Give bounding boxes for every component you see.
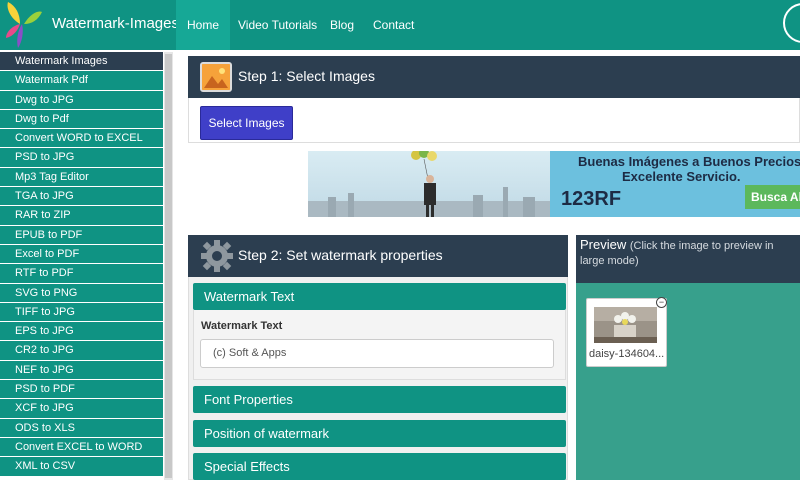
step1-header: Step 1: Select Images bbox=[188, 56, 800, 98]
thumbnail-image[interactable] bbox=[594, 307, 657, 343]
ad-logo: 123RF bbox=[561, 188, 622, 210]
accordion-watermark-text[interactable]: Watermark Text bbox=[193, 283, 566, 310]
accordion-font-properties[interactable]: Font Properties bbox=[193, 386, 566, 413]
sidebar-item-xcf-to-jpg[interactable]: XCF to JPG bbox=[0, 399, 163, 419]
preview-title: Preview bbox=[580, 237, 627, 252]
gear-icon bbox=[201, 240, 233, 272]
sidebar-item-watermark-images[interactable]: Watermark Images bbox=[0, 52, 163, 72]
ad-banner[interactable]: Buenas Imágenes a Buenos Precios Excelen… bbox=[308, 151, 800, 217]
sidebar-item-xml-to-csv[interactable]: XML to CSV bbox=[0, 457, 163, 477]
sidebar-item-psd-to-pdf[interactable]: PSD to PDF bbox=[0, 380, 163, 400]
sidebar-item-excel-to-word[interactable]: Convert EXCEL to WORD bbox=[0, 437, 163, 458]
brand-name[interactable]: Watermark-Images bbox=[52, 15, 179, 32]
logo-icon[interactable] bbox=[2, 0, 44, 50]
step2-title: Step 2: Set watermark properties bbox=[238, 247, 443, 263]
sidebar-item-epub-to-pdf[interactable]: EPUB to PDF bbox=[0, 225, 163, 245]
sidebar-item-rar-to-zip[interactable]: RAR to ZIP bbox=[0, 206, 163, 226]
sidebar-item-tiff-to-jpg[interactable]: TIFF to JPG bbox=[0, 302, 163, 323]
step2-header: Step 2: Set watermark properties bbox=[188, 235, 568, 277]
sidebar-scrollbar[interactable] bbox=[164, 52, 173, 480]
watermark-text-input[interactable]: (c) Soft & Apps bbox=[200, 339, 554, 368]
image-icon bbox=[200, 62, 232, 92]
nav-contact[interactable]: Contact bbox=[362, 0, 425, 50]
scrollbar-thumb[interactable] bbox=[165, 54, 172, 478]
preview-thumbnail[interactable]: daisy-134604... bbox=[586, 298, 667, 367]
nav-blog[interactable]: Blog bbox=[319, 0, 365, 50]
step1-title: Step 1: Select Images bbox=[238, 68, 375, 84]
ad-subline: Excelente Servicio. bbox=[622, 169, 741, 184]
select-images-button[interactable]: Select Images bbox=[200, 106, 293, 140]
sidebar-item-tga-to-jpg[interactable]: TGA to JPG bbox=[0, 187, 163, 207]
sidebar-item-dwg-to-pdf[interactable]: Dwg to Pdf bbox=[0, 109, 163, 130]
watermark-text-label: Watermark Text bbox=[201, 320, 283, 332]
ad-photo bbox=[308, 151, 550, 217]
nav-video-tutorials[interactable]: Video Tutorials bbox=[227, 0, 328, 50]
ad-search-button[interactable]: Busca Ahora bbox=[745, 185, 800, 209]
sidebar-item-mp3-tag-editor[interactable]: Mp3 Tag Editor bbox=[0, 167, 163, 188]
sidebar-item-cr2-to-jpg[interactable]: CR2 to JPG bbox=[0, 341, 163, 361]
nav-home[interactable]: Home bbox=[176, 0, 231, 50]
accordion-special-effects[interactable]: Special Effects bbox=[193, 453, 566, 480]
remove-thumbnail-icon[interactable]: − bbox=[656, 297, 667, 308]
sidebar-item-ods-to-xls[interactable]: ODS to XLS bbox=[0, 418, 163, 438]
sidebar-item-watermark-pdf[interactable]: Watermark Pdf bbox=[0, 71, 163, 91]
sidebar-item-nef-to-jpg[interactable]: NEF to JPG bbox=[0, 360, 163, 381]
sidebar-item-word-to-excel[interactable]: Convert WORD to EXCEL bbox=[0, 129, 163, 149]
sidebar-item-excel-to-pdf[interactable]: Excel to PDF bbox=[0, 244, 163, 265]
sidebar-item-dwg-to-jpg[interactable]: Dwg to JPG bbox=[0, 90, 163, 110]
sidebar-item-psd-to-jpg[interactable]: PSD to JPG bbox=[0, 148, 163, 168]
preview-header: Preview (Click the image to preview in l… bbox=[576, 235, 800, 283]
sidebar-item-svg-to-png[interactable]: SVG to PNG bbox=[0, 283, 163, 303]
preview-heading: Preview (Click the image to preview in l… bbox=[580, 238, 800, 268]
sidebar-item-rtf-to-pdf[interactable]: RTF to PDF bbox=[0, 264, 163, 284]
ad-headline: Buenas Imágenes a Buenos Precios bbox=[578, 154, 800, 169]
account-circle-button[interactable] bbox=[783, 3, 800, 43]
top-nav-bar: Watermark-Images Home Video Tutorials Bl… bbox=[0, 0, 800, 50]
accordion-position-of-watermark[interactable]: Position of watermark bbox=[193, 420, 566, 447]
step1-body: Select Images bbox=[188, 98, 800, 143]
sidebar-item-eps-to-jpg[interactable]: EPS to JPG bbox=[0, 322, 163, 342]
thumbnail-filename: daisy-134604... bbox=[589, 348, 665, 360]
sidebar: Watermark Images Watermark Pdf Dwg to JP… bbox=[0, 52, 163, 477]
